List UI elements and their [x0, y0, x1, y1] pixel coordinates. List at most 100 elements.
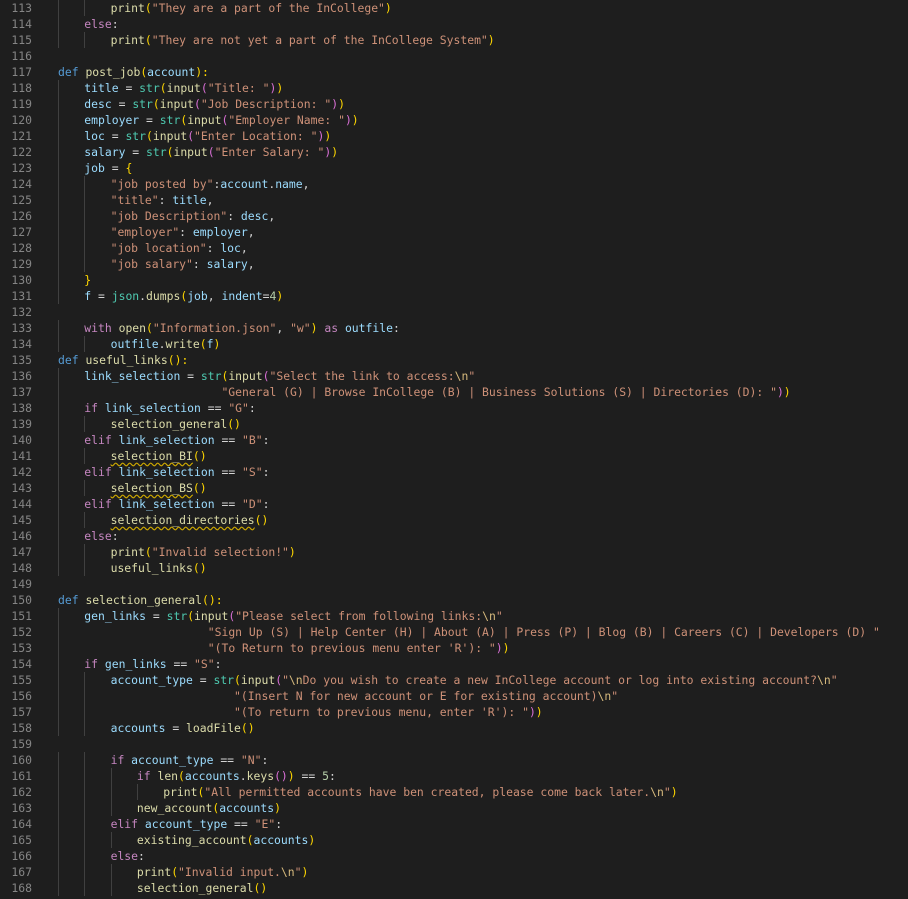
code-token: str — [139, 81, 160, 95]
code-token: desc — [240, 209, 269, 223]
code-text: elif link_selection == "S": — [84, 464, 269, 480]
code-line[interactable]: 130} — [0, 272, 908, 288]
code-line[interactable]: 131 f = json.dumps(job, indent=4) — [0, 288, 908, 304]
code-line[interactable]: 118 title = str(input("Title: ")) — [0, 80, 908, 96]
code-token: str — [200, 369, 222, 383]
code-line[interactable]: 140 elif link_selection == "B": — [0, 432, 908, 448]
code-token: "Select the link to access: — [269, 369, 455, 383]
code-token: = — [165, 721, 187, 735]
code-line[interactable]: 147 print("Invalid selection!") — [0, 544, 908, 560]
code-line[interactable]: 166 else: — [0, 848, 908, 864]
code-text: "(To return to previous menu, enter 'R')… — [111, 704, 543, 720]
code-line[interactable]: 152 "Sign Up (S) | Help Center (H) | Abo… — [0, 624, 908, 640]
code-line[interactable]: 164 elif account_type == "E": — [0, 816, 908, 832]
code-line[interactable]: 161 if len(accounts.keys()) == 5: — [0, 768, 908, 784]
code-line[interactable]: 151 gen_links = str(input("Please select … — [0, 608, 908, 624]
code-token: input — [228, 369, 263, 383]
code-text: if account_type == "N": — [111, 752, 269, 768]
code-line[interactable]: 141 selection_BI() — [0, 448, 908, 464]
code-line[interactable]: 124 "job posted by":account.name, — [0, 176, 908, 192]
code-line[interactable]: 128 "job location": loc, — [0, 240, 908, 256]
code-line[interactable]: 156 "(Insert N for new account or E for … — [0, 688, 908, 704]
code-token: with — [84, 321, 112, 335]
code-token: ( — [199, 337, 207, 351]
code-token: ) — [287, 769, 295, 783]
code-line[interactable]: 144 elif link_selection == "D": — [0, 496, 908, 512]
code-line[interactable]: 158 accounts = loadFile() — [0, 720, 908, 736]
code-token: () — [240, 721, 255, 735]
code-line[interactable]: 127 "employer": employer, — [0, 224, 908, 240]
code-line[interactable]: 139 selection_general() — [0, 416, 908, 432]
code-line[interactable]: 129 "job salary": salary, — [0, 256, 908, 272]
code-line[interactable]: 135 def useful_links(): — [0, 352, 908, 368]
indent-guide — [58, 464, 59, 480]
code-token: \n — [816, 673, 831, 687]
code-editor[interactable]: 113 print("They are a part of the InColle… — [0, 0, 908, 899]
code-token: ) — [213, 337, 221, 351]
indent-guide — [136, 784, 138, 800]
code-text: "General (G) | Browse InCollege (B) | Bu… — [84, 384, 790, 400]
indent-guide — [58, 256, 59, 272]
code-line[interactable]: 159 — [0, 736, 908, 752]
code-token: : — [248, 401, 256, 415]
indent-guide — [84, 208, 86, 224]
code-line[interactable]: 146 else: — [0, 528, 908, 544]
code-token: "Invalid selection!" — [151, 545, 289, 559]
code-line[interactable]: 122 salary = str(input("Enter Salary: ")) — [0, 144, 908, 160]
code-line[interactable]: 115 print("They are not yet a part of the… — [0, 32, 908, 48]
code-token: = — [180, 369, 201, 383]
code-token: = — [111, 97, 133, 111]
code-line[interactable]: 119 desc = str(input("Job Description: ")… — [0, 96, 908, 112]
code-token: , — [276, 321, 291, 335]
code-line[interactable]: 165 existing_account(accounts) — [0, 832, 908, 848]
code-line[interactable]: 157 "(To return to previous menu, enter … — [0, 704, 908, 720]
code-line[interactable]: 137 "General (G) | Browse InCollege (B) … — [0, 384, 908, 400]
code-line[interactable]: 121 loc = str(input("Enter Location: ")) — [0, 128, 908, 144]
code-line[interactable]: 114 else: — [0, 16, 908, 32]
code-line[interactable]: 149 — [0, 576, 908, 592]
code-line[interactable]: 133 with open("Information.json", "w") as… — [0, 320, 908, 336]
code-line[interactable]: 142 elif link_selection == "S": — [0, 464, 908, 480]
indent-guide — [84, 224, 86, 240]
line-number: 124 — [11, 177, 32, 191]
code-line[interactable]: 134 outfile.write(f) — [0, 336, 908, 352]
code-line[interactable]: 150 def selection_general(): — [0, 592, 908, 608]
code-line[interactable]: 153 "(To Return to previous menu enter '… — [0, 640, 908, 656]
code-line[interactable]: 162 print("All permitted accounts have be… — [0, 784, 908, 800]
code-line[interactable]: 132 — [0, 304, 908, 320]
code-token: employer — [192, 225, 248, 239]
code-line[interactable]: 123 job = { — [0, 160, 908, 176]
code-line[interactable]: 117 def post_job(account): — [0, 64, 908, 80]
indent-guide — [58, 496, 59, 512]
code-line[interactable]: 136 link_selection = str(input("Select th… — [0, 368, 908, 384]
code-line[interactable]: 143 selection_BS() — [0, 480, 908, 496]
code-line[interactable]: 145 selection_directories() — [0, 512, 908, 528]
code-line[interactable]: 160 if account_type == "N": — [0, 752, 908, 768]
code-line[interactable]: 125 "title": title, — [0, 192, 908, 208]
code-token: salary — [84, 145, 126, 159]
code-text: "job posted by":account.name, — [111, 176, 310, 192]
code-line[interactable]: 126 "job Description": desc, — [0, 208, 908, 224]
indent-guide — [84, 560, 86, 576]
code-line[interactable]: 113 print("They are a part of the InColle… — [0, 0, 908, 16]
code-line[interactable]: 168 selection_general() — [0, 880, 908, 896]
code-token: " — [495, 609, 503, 623]
line-number: 145 — [11, 513, 32, 527]
code-line[interactable]: 155 account_type = str(input("\nDo you wi… — [0, 672, 908, 688]
code-line[interactable]: 154 if gen_links == "S": — [0, 656, 908, 672]
code-line[interactable]: 138 if link_selection == "G": — [0, 400, 908, 416]
code-line[interactable]: 120 employer = str(input("Employer Name: … — [0, 112, 908, 128]
code-line[interactable]: 163 new_account(accounts) — [0, 800, 908, 816]
code-token: ) — [308, 833, 316, 847]
code-token: { — [125, 161, 133, 175]
indent-guide — [58, 528, 59, 544]
code-token: , — [302, 177, 310, 191]
code-line[interactable]: 148 useful_links() — [0, 560, 908, 576]
line-number: 128 — [11, 241, 32, 255]
code-text: loc = str(input("Enter Location: ")) — [84, 128, 331, 144]
code-token: "Please select from following links: — [235, 609, 483, 623]
code-line[interactable]: 116 — [0, 48, 908, 64]
code-token: " — [282, 673, 289, 687]
indent-guide — [110, 864, 112, 880]
code-line[interactable]: 167 print("Invalid input.\n") — [0, 864, 908, 880]
